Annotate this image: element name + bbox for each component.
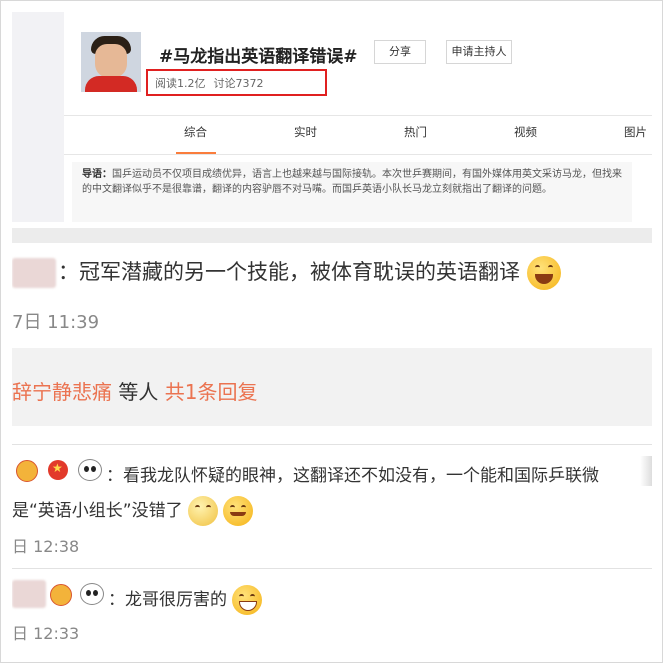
comment-divider — [12, 444, 652, 445]
read-count: 阅读1.2亿 — [155, 77, 206, 90]
avatar-face — [95, 44, 127, 78]
guide-label: 导语： — [82, 169, 112, 180]
tab-video[interactable]: 视频 — [514, 124, 537, 140]
reply-text: ：龙哥很厉害的 — [108, 585, 263, 615]
blurred-username — [12, 258, 56, 288]
topic-avatar[interactable] — [81, 32, 141, 92]
reply-divider — [12, 568, 652, 569]
comment-time: 7日 11:39 — [12, 312, 100, 333]
star-badge-icon — [48, 460, 68, 480]
blurred-username — [12, 580, 46, 608]
tabs-bottom-divider — [64, 154, 652, 155]
guide-text: 国乒运动员不仅项目成绩优异，语言上也越来越与国际接轨。本次世乒赛期间，有国外媒体… — [82, 169, 622, 195]
avatar-shirt — [85, 76, 137, 92]
reply-text-line2: 是“英语小组长”没错了 — [12, 496, 254, 526]
topic-stats: 阅读1.2亿 讨论7372 — [155, 75, 272, 91]
overflow-fade — [640, 456, 652, 486]
topic-guide: 导语：国乒运动员不仅项目成绩优异，语言上也越来越与国际接轨。本次世乒赛期间，有国… — [72, 162, 632, 222]
reply-time: 日 12:38 — [12, 537, 80, 556]
reply-text-line1: ：看我龙队怀疑的眼神，这翻译还不如没有，一个能和国际乒联微 — [106, 466, 599, 486]
share-button[interactable]: 分享 — [374, 40, 426, 64]
smile-emoji-icon — [223, 496, 254, 526]
discussion-count: 讨论7372 — [213, 77, 264, 90]
panda-icon — [78, 459, 102, 481]
tab-hot[interactable]: 热门 — [404, 124, 427, 140]
reply-body-line2: 是“英语小组长”没错了 — [12, 501, 183, 521]
panda-icon — [80, 583, 104, 605]
reply-time: 日 12:33 — [12, 624, 80, 643]
glasses-emoji-icon — [188, 496, 219, 526]
comment-body: ：冠军潜藏的另一个技能，被体育耽误的英语翻译 — [58, 260, 520, 284]
tab-images[interactable]: 图片 — [624, 124, 647, 140]
reply-count-link[interactable]: 共1条回复 — [165, 380, 258, 404]
vip-badge-icon — [50, 584, 72, 606]
tab-realtime[interactable]: 实时 — [294, 124, 317, 140]
tab-all[interactable]: 综合 — [184, 124, 207, 140]
reply-body: ：龙哥很厉害的 — [108, 590, 227, 610]
reply-summary[interactable]: 辞宁静悲痛 等人 共1条回复 — [12, 376, 257, 405]
section-gap — [12, 228, 652, 243]
topic-card: #马龙指出英语翻译错误# 分享 申请主持人 阅读1.2亿 讨论7372 综合 实时… — [64, 12, 652, 222]
tabs-top-divider — [64, 115, 652, 116]
comment-section: ：冠军潜藏的另一个技能，被体育耽误的英语翻译 7日 11:39 辞宁静悲痛 等人… — [12, 228, 652, 658]
reply-username-link[interactable]: 辞宁静悲痛 — [12, 380, 112, 404]
topic-title: #马龙指出英语翻译错误# — [159, 47, 358, 67]
vip-badge-icon — [16, 460, 38, 482]
comment-text: ：冠军潜藏的另一个技能，被体育耽误的英语翻译 — [58, 256, 561, 290]
topic-header-panel: #马龙指出英语翻译错误# 分享 申请主持人 阅读1.2亿 讨论7372 综合 实时… — [12, 12, 652, 222]
grin-emoji-icon — [232, 585, 263, 615]
reply-others-label: 等人 — [112, 380, 165, 404]
apply-host-button[interactable]: 申请主持人 — [446, 40, 512, 64]
laughing-emoji-icon — [526, 256, 561, 290]
